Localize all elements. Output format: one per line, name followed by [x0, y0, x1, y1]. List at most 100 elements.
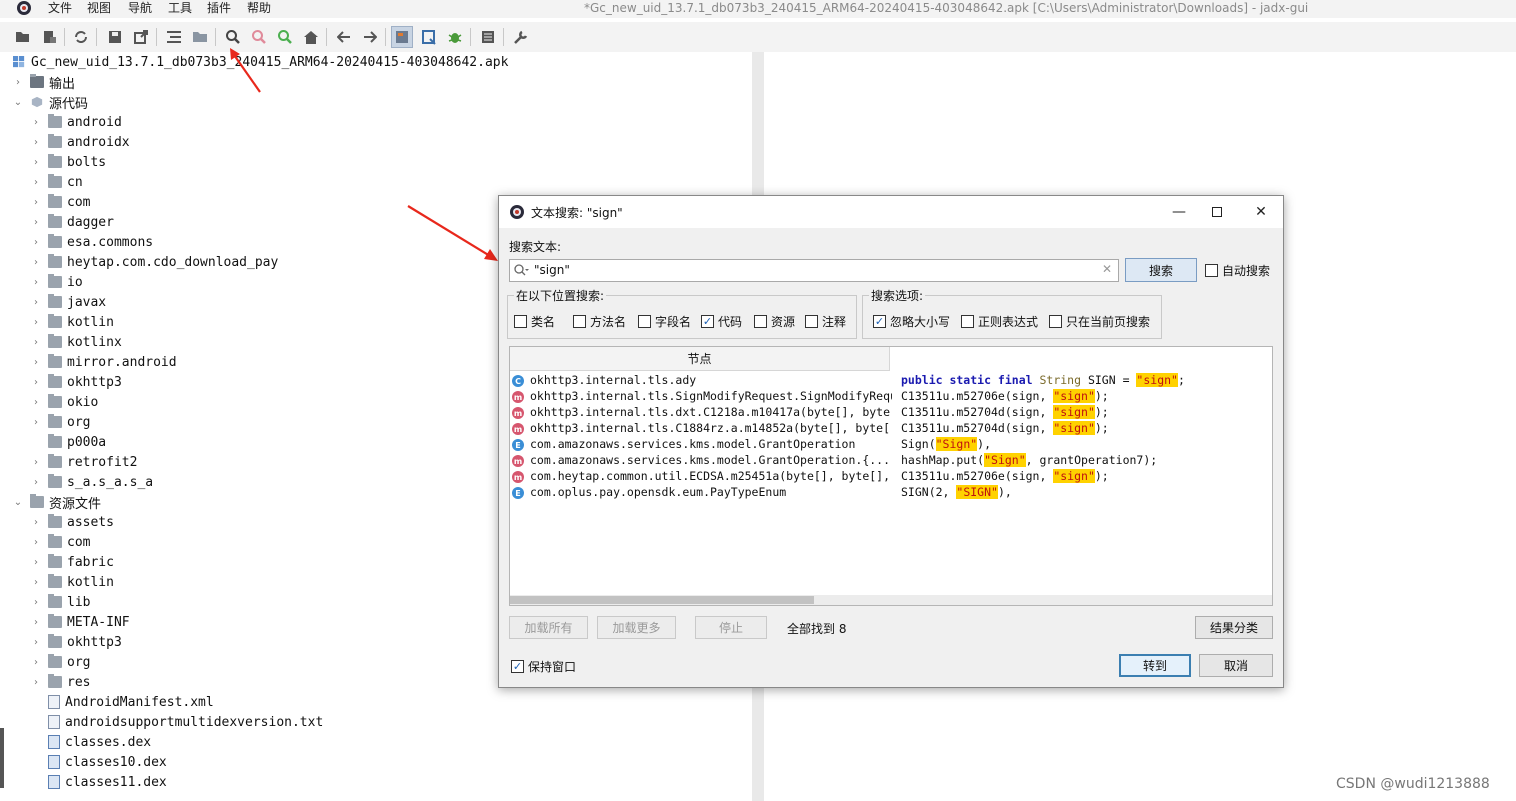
checkbox-unchecked-icon[interactable] — [1049, 315, 1062, 328]
debugger-icon[interactable] — [444, 26, 466, 48]
results-hscrollbar[interactable] — [510, 595, 1272, 605]
chevron-down-icon[interactable]: ⌄ — [12, 97, 24, 108]
back-icon[interactable] — [333, 26, 355, 48]
tree-item[interactable]: classes11.dex — [30, 772, 167, 792]
tree-item[interactable]: › com — [30, 532, 90, 552]
tree-item[interactable]: › androidx — [30, 132, 130, 152]
goto-button[interactable]: 转到 — [1119, 654, 1191, 677]
chevron-right-icon[interactable]: › — [30, 457, 42, 468]
tree-item[interactable]: › javax — [30, 292, 106, 312]
scope-method-checkbox[interactable]: 方法名 — [573, 313, 626, 330]
chevron-right-icon[interactable]: › — [30, 617, 42, 628]
menu-file[interactable]: 文件 — [48, 0, 72, 18]
regex-checkbox[interactable]: 正则表达式 — [961, 313, 1038, 330]
menu-navigate[interactable]: 导航 — [128, 0, 152, 18]
scope-class-checkbox[interactable]: 类名 — [514, 313, 555, 330]
flatten-icon[interactable] — [163, 26, 185, 48]
scope-field-checkbox[interactable]: 字段名 — [638, 313, 691, 330]
maximize-icon[interactable] — [1199, 200, 1235, 224]
chevron-right-icon[interactable]: › — [30, 517, 42, 528]
preferences-icon[interactable] — [510, 26, 532, 48]
tree-item[interactable]: › fabric — [30, 552, 114, 572]
tree-item[interactable]: › mirror.android — [30, 352, 177, 372]
scope-code-checkbox[interactable]: ✓ 代码 — [701, 313, 742, 330]
tree-item[interactable]: classes.dex — [30, 732, 151, 752]
packages-icon[interactable] — [189, 26, 211, 48]
chevron-right-icon[interactable]: › — [30, 597, 42, 608]
tree-item[interactable]: › dagger — [30, 212, 114, 232]
result-row[interactable]: Ecom.oplus.pay.opensdk.eum.PayTypeEnum SI… — [510, 485, 1272, 501]
menu-help[interactable]: 帮助 — [247, 0, 271, 18]
tree-item[interactable]: › com — [30, 192, 90, 212]
result-row[interactable]: m okhttp3.internal.tls.dxt.C1218a.m10417a… — [510, 405, 1272, 421]
menu-view[interactable]: 视图 — [87, 0, 111, 18]
tree-item[interactable]: › kotlin — [30, 312, 114, 332]
chevron-right-icon[interactable]: › — [30, 657, 42, 668]
chevron-right-icon[interactable]: › — [30, 117, 42, 128]
sync-icon[interactable] — [70, 26, 92, 48]
group-results-button[interactable]: 结果分类 — [1195, 616, 1273, 639]
chevron-down-icon[interactable]: ⌄ — [12, 497, 24, 508]
minimize-icon[interactable]: — — [1161, 200, 1197, 224]
keep-window-checkbox[interactable]: ✓ 保持窗口 — [511, 658, 576, 675]
tree-item[interactable]: › okhttp3 — [30, 372, 122, 392]
load-more-button[interactable]: 加载更多 — [597, 616, 676, 639]
chevron-right-icon[interactable]: › — [30, 637, 42, 648]
current-page-checkbox[interactable]: 只在当前页搜索 — [1049, 313, 1150, 330]
chevron-right-icon[interactable]: › — [30, 197, 42, 208]
open-file-icon[interactable] — [12, 26, 34, 48]
result-row[interactable]: Ecom.amazonaws.services.kms.model.GrantO… — [510, 437, 1272, 453]
tree-item[interactable]: androidsupportmultidexversion.txt — [30, 712, 323, 732]
scope-comment-checkbox[interactable]: 注释 — [805, 313, 846, 330]
tree-item[interactable]: › heytap.com.cdo_download_pay — [30, 252, 278, 272]
chevron-right-icon[interactable]: › — [30, 577, 42, 588]
tree-item[interactable]: › s_a.s_a.s_a — [30, 472, 153, 492]
checkbox-unchecked-icon[interactable] — [961, 315, 974, 328]
cancel-button[interactable]: 取消 — [1199, 654, 1273, 677]
tree-item[interactable]: › io — [30, 272, 83, 292]
tree-item[interactable]: › kotlinx — [30, 332, 122, 352]
chevron-right-icon[interactable]: › — [30, 557, 42, 568]
chevron-right-icon[interactable]: › — [30, 357, 42, 368]
tree-item[interactable]: AndroidManifest.xml — [30, 692, 214, 712]
close-icon[interactable]: ✕ — [1243, 200, 1279, 224]
tree-item[interactable]: › okio — [30, 392, 98, 412]
usage-search-icon[interactable] — [274, 26, 296, 48]
tree-item[interactable]: › esa.commons — [30, 232, 153, 252]
forward-icon[interactable] — [359, 26, 381, 48]
chevron-right-icon[interactable]: › — [30, 677, 42, 688]
menu-tools[interactable]: 工具 — [168, 0, 192, 18]
tree-source[interactable]: ⌄ 源代码 — [12, 92, 88, 112]
tree-item[interactable]: › org — [30, 412, 90, 432]
tree-item[interactable]: p000a — [30, 432, 106, 452]
add-files-icon[interactable] — [38, 26, 60, 48]
checkbox-unchecked-icon[interactable] — [754, 315, 767, 328]
tree-item[interactable]: › org — [30, 652, 90, 672]
result-row[interactable]: m okhttp3.internal.tls.SignModifyRequest.… — [510, 389, 1272, 405]
save-all-icon[interactable] — [104, 26, 126, 48]
scope-resource-checkbox[interactable]: 资源 — [754, 313, 795, 330]
chevron-right-icon[interactable]: › — [30, 537, 42, 548]
chevron-right-icon[interactable]: › — [30, 477, 42, 488]
tree-item[interactable]: › res — [30, 672, 90, 692]
search-button[interactable]: 搜索 — [1125, 258, 1197, 282]
search-input[interactable]: "sign" ✕ — [509, 259, 1119, 282]
checkbox-unchecked-icon[interactable] — [1205, 264, 1218, 277]
checkbox-checked-icon[interactable]: ✓ — [873, 315, 886, 328]
chevron-right-icon[interactable]: › — [30, 297, 42, 308]
chevron-right-icon[interactable]: › — [30, 157, 42, 168]
result-row[interactable]: Cokhttp3.internal.tls.ady public static f… — [510, 373, 1272, 389]
chevron-right-icon[interactable]: › — [30, 217, 42, 228]
auto-search-checkbox[interactable]: 自动搜索 — [1205, 262, 1270, 279]
checkbox-checked-icon[interactable]: ✓ — [701, 315, 714, 328]
clear-icon[interactable]: ✕ — [1102, 262, 1112, 276]
chevron-right-icon[interactable]: › — [30, 277, 42, 288]
chevron-right-icon[interactable]: › — [30, 337, 42, 348]
class-search-icon[interactable] — [248, 26, 270, 48]
log-icon[interactable] — [477, 26, 499, 48]
checkbox-unchecked-icon[interactable] — [805, 315, 818, 328]
quick-tabs-icon[interactable] — [391, 26, 413, 48]
checkbox-unchecked-icon[interactable] — [638, 315, 651, 328]
chevron-right-icon[interactable]: › — [30, 417, 42, 428]
load-all-button[interactable]: 加载所有 — [509, 616, 588, 639]
